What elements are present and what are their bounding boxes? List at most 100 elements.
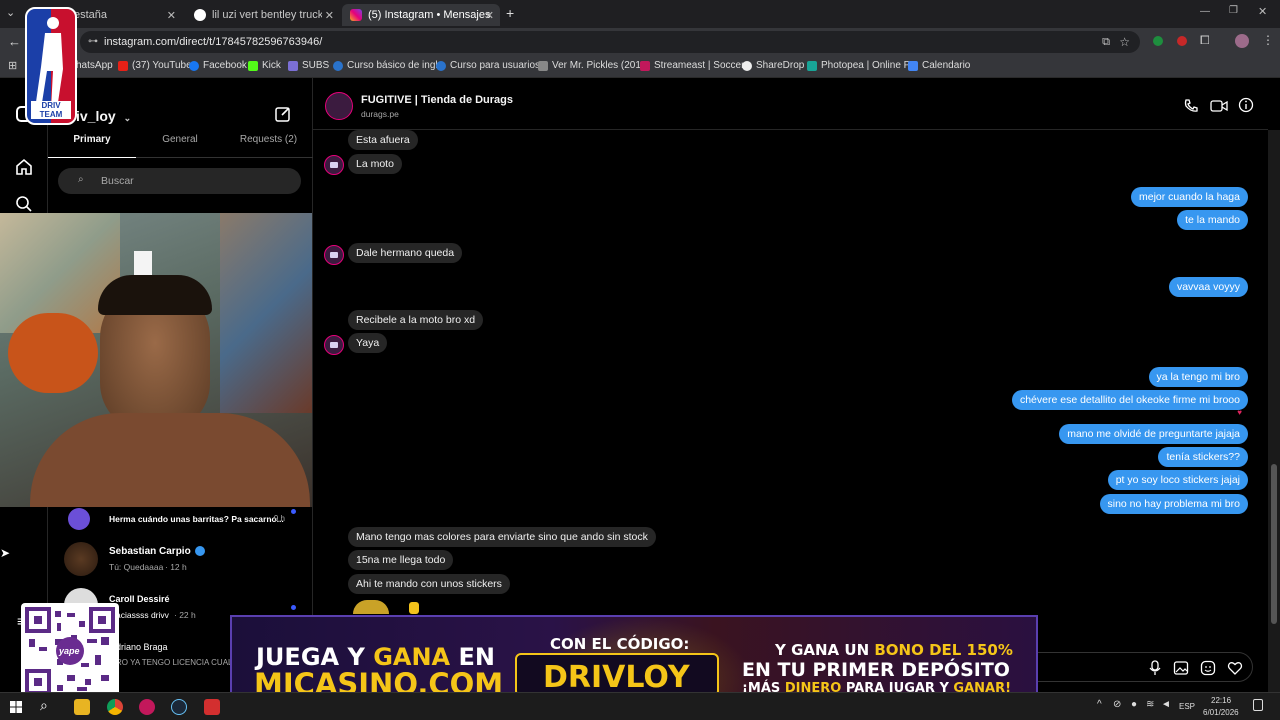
bookmark-mr-pickles[interactable]: Ver Mr. Pickles (201... bbox=[538, 60, 649, 71]
chrome-icon[interactable] bbox=[107, 699, 123, 715]
thumbs-up-sticker[interactable] bbox=[409, 602, 419, 614]
bookmark-whatsapp[interactable]: hatsApp bbox=[76, 60, 113, 71]
heart-like-icon[interactable] bbox=[1227, 660, 1243, 676]
tab-1[interactable]: estaña ✕ bbox=[66, 4, 182, 26]
message-incoming[interactable]: La moto bbox=[348, 154, 402, 174]
tab-3-close-icon[interactable]: ✕ bbox=[485, 9, 494, 22]
tab-search-icon[interactable]: ⌄ bbox=[6, 6, 15, 19]
account-switcher[interactable]: iv_loy ⌄ bbox=[76, 108, 131, 124]
new-tab-icon[interactable]: + bbox=[506, 5, 514, 21]
lamp-light bbox=[134, 251, 152, 275]
bookmark-subs[interactable]: SUBS bbox=[288, 60, 329, 71]
search-icon[interactable] bbox=[15, 195, 33, 213]
chat-header-avatar[interactable] bbox=[325, 92, 353, 120]
info-icon[interactable] bbox=[1238, 97, 1254, 113]
message-outgoing[interactable]: vavvaa voyyy bbox=[1168, 277, 1248, 297]
minimize-icon[interactable]: — bbox=[1200, 6, 1210, 17]
extensions-puzzle-icon[interactable]: ⧠ bbox=[1200, 33, 1210, 48]
steam-icon[interactable] bbox=[171, 699, 187, 715]
maximize-icon[interactable]: ❐ bbox=[1229, 5, 1238, 16]
message-incoming[interactable]: Recibele a la moto bro xd bbox=[348, 310, 484, 330]
window-close-icon[interactable]: ✕ bbox=[1258, 5, 1267, 18]
tv-icon bbox=[538, 60, 548, 71]
sticker-image[interactable] bbox=[353, 600, 389, 614]
tab-primary[interactable]: Primary bbox=[48, 134, 136, 158]
tray-network-icon[interactable]: ⊘ bbox=[1113, 699, 1121, 710]
tray-mic-icon[interactable]: ● bbox=[1131, 699, 1137, 710]
bookmark-facebook[interactable]: Facebook bbox=[189, 60, 247, 71]
message-incoming[interactable]: Ahi te mando con unos stickers bbox=[348, 574, 510, 594]
extension-shield-icon[interactable] bbox=[1153, 36, 1163, 46]
video-call-icon[interactable] bbox=[1210, 98, 1228, 114]
new-message-icon[interactable] bbox=[274, 105, 292, 123]
browser-menu-icon[interactable]: ⋮ bbox=[1262, 33, 1274, 47]
tray-time[interactable]: 22:16 bbox=[1211, 696, 1231, 705]
message-incoming[interactable]: 15na me llega todo bbox=[348, 550, 454, 570]
media-player-icon[interactable] bbox=[139, 699, 155, 715]
verified-badge-icon bbox=[195, 546, 205, 556]
message-incoming[interactable]: Yaya bbox=[348, 333, 388, 353]
back-arrow-icon[interactable]: ← bbox=[8, 34, 21, 49]
scrollbar-thumb[interactable] bbox=[1271, 464, 1277, 624]
home-icon[interactable] bbox=[15, 158, 33, 176]
tray-wifi-icon[interactable]: ≋ bbox=[1146, 699, 1154, 710]
bookmark-curso-usuarios[interactable]: Curso para usuarios... bbox=[436, 60, 548, 71]
windows-start-icon[interactable] bbox=[10, 701, 22, 713]
bookmark-photopea[interactable]: Photopea | Online P... bbox=[807, 60, 917, 71]
poster-wall-right bbox=[220, 213, 312, 413]
message-outgoing[interactable]: chévere ese detallito del okeoke firme m… bbox=[1011, 390, 1248, 410]
extension-red-icon[interactable] bbox=[1177, 36, 1187, 46]
message-incoming[interactable]: Mano tengo mas colores para enviarte sin… bbox=[348, 527, 656, 547]
bookmark-star-icon[interactable]: ☆ bbox=[1119, 31, 1130, 53]
message-composer[interactable] bbox=[1013, 652, 1253, 682]
bookmark-youtube[interactable]: (37) YouTube bbox=[118, 60, 192, 71]
tab-2-close-icon[interactable]: ✕ bbox=[325, 9, 334, 22]
tab-general[interactable]: General bbox=[136, 134, 224, 158]
coursera-icon bbox=[333, 60, 343, 71]
bookmark-curso-ingles[interactable]: Curso básico de ingl... bbox=[333, 60, 446, 71]
driv-team-logo: DRIV TEAM bbox=[25, 7, 77, 125]
message-outgoing[interactable]: pt yo soy loco stickers jajaj bbox=[1107, 470, 1248, 490]
file-explorer-icon[interactable] bbox=[74, 699, 90, 715]
facebook-icon bbox=[189, 60, 199, 71]
banner-code-label: CON EL CÓDIGO: bbox=[550, 635, 690, 653]
chat-title[interactable]: FUGITIVE | Tienda de Durags bbox=[361, 94, 513, 106]
profile-avatar[interactable] bbox=[1235, 34, 1249, 48]
image-upload-icon[interactable] bbox=[1173, 660, 1189, 676]
bookmark-streameast[interactable]: Streameast | Soccer... bbox=[640, 60, 752, 71]
tray-date[interactable]: 6/01/2026 bbox=[1203, 708, 1239, 717]
phone-call-icon[interactable] bbox=[1183, 98, 1199, 114]
tab-2[interactable]: lil uzi vert bentley truck - Busca ✕ bbox=[186, 4, 340, 26]
message-outgoing[interactable]: mejor cuando la haga bbox=[1131, 187, 1248, 207]
microphone-icon[interactable] bbox=[1148, 660, 1162, 676]
bookmark-calendario[interactable]: Calendario bbox=[908, 60, 970, 71]
tab-1-label: estaña bbox=[74, 9, 108, 21]
message-outgoing[interactable]: mano me olvidé de preguntarte jajaja bbox=[1059, 424, 1248, 444]
message-incoming[interactable]: Esta afuera bbox=[348, 130, 418, 150]
tab-1-close-icon[interactable]: ✕ bbox=[167, 9, 176, 22]
search-input[interactable]: ⌕ Buscar bbox=[58, 168, 301, 194]
tray-chevron-icon[interactable]: ^ bbox=[1097, 699, 1102, 710]
tab-requests[interactable]: Requests (2) bbox=[224, 134, 313, 158]
notifications-icon[interactable] bbox=[1253, 699, 1263, 711]
conversation-row[interactable]: Herma cuándo unas barritas? Pa sacarno..… bbox=[48, 506, 313, 532]
message-outgoing[interactable]: te la mando bbox=[1177, 210, 1248, 230]
bookmark-kick[interactable]: Kick bbox=[248, 60, 281, 71]
tray-speaker-icon[interactable]: ◄ bbox=[1161, 699, 1171, 710]
streaming-app-icon[interactable] bbox=[204, 699, 220, 715]
message-outgoing[interactable]: ya la tengo mi bro bbox=[1148, 367, 1248, 387]
sticker-icon[interactable] bbox=[1200, 660, 1216, 676]
url-input[interactable]: ⊶ instagram.com/direct/t/178457825967639… bbox=[80, 31, 1140, 53]
message-outgoing[interactable]: sino no hay problema mi bro bbox=[1099, 494, 1248, 514]
chat-scrollbar[interactable] bbox=[1268, 130, 1280, 692]
tab-3[interactable]: (5) Instagram • Mensajes ✕ bbox=[342, 4, 500, 26]
taskbar-search-icon[interactable]: ⌕ bbox=[40, 697, 48, 714]
message-outgoing[interactable]: tenía stickers?? bbox=[1158, 447, 1248, 467]
apps-grid-icon[interactable]: ⊞ bbox=[8, 59, 17, 72]
install-app-icon[interactable]: ⧉ bbox=[1102, 31, 1110, 53]
tray-language[interactable]: ESP bbox=[1179, 702, 1195, 711]
bookmark-sharedrop[interactable]: ShareDrop bbox=[742, 60, 804, 71]
site-info-icon[interactable]: ⊶ bbox=[88, 31, 98, 53]
message-incoming[interactable]: Dale hermano queda bbox=[348, 243, 463, 263]
conversation-row[interactable]: Sebastian Carpio Tú: Quedaaaa · 12 h bbox=[48, 538, 313, 578]
